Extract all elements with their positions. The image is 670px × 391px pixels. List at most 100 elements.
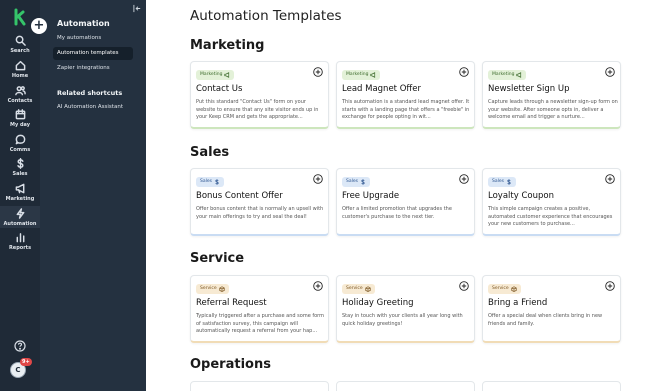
add-template-icon[interactable] <box>605 174 615 184</box>
page-title: Automation Templates <box>190 8 342 24</box>
create-button[interactable]: + <box>31 18 47 34</box>
rail-my-day-label: My day <box>9 122 31 128</box>
category-tag-label: Sales <box>200 179 212 184</box>
main-content: Automation Templates Marketing Marketing… <box>146 0 670 391</box>
template-card-bonus-content-offer[interactable]: Sales Bonus Content Offer Offer bonus co… <box>190 168 329 236</box>
card-description: Offer a special deal when clients bring … <box>488 313 603 327</box>
template-card-bring-a-friend[interactable]: Service Bring a Friend Offer a special d… <box>482 275 621 343</box>
keap-logo-icon[interactable] <box>11 8 29 26</box>
section-title-operations: Operations <box>190 357 271 372</box>
rail-marketing[interactable]: Marketing <box>0 183 40 207</box>
calendar-icon <box>15 109 25 120</box>
card-description: This automation is a standard lead magne… <box>342 99 470 120</box>
notification-badge: 9+ <box>20 358 32 366</box>
icon-rail: Search Home Contacts My day Comms Sales … <box>0 0 40 391</box>
category-tag: Sales <box>488 177 516 187</box>
dollar-icon <box>215 179 219 185</box>
add-template-icon[interactable] <box>605 67 615 77</box>
megaphone-icon <box>516 72 522 78</box>
rail-home[interactable]: Home <box>0 60 40 84</box>
card-title: Lead Magnet Offer <box>342 84 421 94</box>
card-description: Put this standard "Contact Us" form on y… <box>196 99 319 120</box>
card-description: Typically triggered after a purchase and… <box>196 313 325 334</box>
template-card-loyalty-coupon[interactable]: Sales Loyalty Coupon This simple campaig… <box>482 168 621 236</box>
rail-comms[interactable]: Comms <box>0 134 40 158</box>
card-title: Referral Request <box>196 298 267 308</box>
help-icon[interactable] <box>14 340 26 352</box>
category-tag: Service <box>488 284 521 294</box>
rail-marketing-label: Marketing <box>5 196 35 202</box>
dollar-icon <box>507 179 511 185</box>
category-tag: Sales <box>342 177 370 187</box>
card-title: Contact Us <box>196 84 243 94</box>
add-template-icon[interactable] <box>313 67 323 77</box>
box-icon <box>365 286 371 292</box>
lightning-icon <box>16 208 24 219</box>
box-icon <box>511 286 517 292</box>
rail-automation[interactable]: Automation <box>0 206 40 228</box>
add-template-icon[interactable] <box>459 174 469 184</box>
related-shortcuts-heading: Related shortcuts <box>57 89 123 97</box>
category-tag-label: Service <box>492 286 509 291</box>
contacts-icon <box>14 86 26 96</box>
rail-reports[interactable]: Reports <box>0 232 40 256</box>
search-icon <box>15 35 26 46</box>
add-template-icon[interactable] <box>459 281 469 291</box>
bar-chart-icon <box>16 233 24 243</box>
card-title: Newsletter Sign Up <box>488 84 570 94</box>
card-title: Holiday Greeting <box>342 298 414 308</box>
card-description: Stay in touch with your clients all year… <box>342 313 463 327</box>
rail-automation-label: Automation <box>3 221 37 227</box>
sidebar-item-automation-templates[interactable]: Automation templates <box>53 47 133 60</box>
section-title-sales: Sales <box>190 145 230 160</box>
category-tag-label: Sales <box>492 179 504 184</box>
template-card-newsletter-sign-up[interactable]: Marketing Newsletter Sign Up Capture lea… <box>482 61 621 129</box>
add-template-icon[interactable] <box>459 67 469 77</box>
dollar-icon <box>16 158 24 169</box>
card-description: Offer a limited promotion that upgrades … <box>342 206 452 220</box>
rail-search-label: Search <box>10 48 30 54</box>
rail-reports-label: Reports <box>8 245 32 251</box>
add-template-icon[interactable] <box>313 174 323 184</box>
card-title: Bring a Friend <box>488 298 548 308</box>
add-template-icon[interactable] <box>313 281 323 291</box>
template-card-referral-request[interactable]: Service Referral Request Typically trigg… <box>190 275 329 343</box>
category-tag: Marketing <box>342 70 381 80</box>
sidebar-item-my-automations[interactable]: My automations <box>53 32 133 45</box>
template-card[interactable] <box>482 381 621 391</box>
card-title: Bonus Content Offer <box>196 191 283 201</box>
megaphone-icon <box>370 72 376 78</box>
template-card-free-upgrade[interactable]: Sales Free Upgrade Offer a limited promo… <box>336 168 475 236</box>
collapse-sidebar-icon[interactable] <box>133 4 142 13</box>
category-tag: Service <box>342 284 375 294</box>
template-card-holiday-greeting[interactable]: Service Holiday Greeting Stay in touch w… <box>336 275 475 343</box>
category-tag-label: Marketing <box>200 72 223 77</box>
template-card[interactable] <box>190 381 329 391</box>
rail-sales[interactable]: Sales <box>0 158 40 182</box>
template-card-lead-magnet-offer[interactable]: Marketing Lead Magnet Offer This automat… <box>336 61 475 129</box>
section-title-marketing: Marketing <box>190 38 265 53</box>
chat-icon <box>15 134 25 145</box>
category-tag-label: Service <box>346 286 363 291</box>
rail-search[interactable]: Search <box>0 35 40 59</box>
template-card[interactable] <box>336 381 475 391</box>
category-tag: Service <box>196 284 229 294</box>
dollar-icon <box>361 179 365 185</box>
card-title: Loyalty Coupon <box>488 191 554 201</box>
rail-contacts[interactable]: Contacts <box>0 85 40 109</box>
sidebar-item-ai-automation-assistant[interactable]: AI Automation Assistant <box>53 101 133 114</box>
category-tag: Marketing <box>488 70 527 80</box>
add-template-icon[interactable] <box>605 281 615 291</box>
avatar-initial: C <box>15 366 21 374</box>
sidebar-item-zapier-integrations[interactable]: Zapier integrations <box>53 62 133 75</box>
rail-my-day[interactable]: My day <box>0 109 40 133</box>
template-card-contact-us[interactable]: Marketing Contact Us Put this standard "… <box>190 61 329 129</box>
rail-home-label: Home <box>11 73 29 79</box>
category-tag: Marketing <box>196 70 235 80</box>
category-tag-label: Service <box>200 286 217 291</box>
card-description: Capture leads through a newsletter sign-… <box>488 99 618 120</box>
rail-sales-label: Sales <box>12 171 28 177</box>
card-title: Free Upgrade <box>342 191 400 201</box>
card-description: Offer bonus content that is normally an … <box>196 206 324 220</box>
home-icon <box>15 60 25 71</box>
